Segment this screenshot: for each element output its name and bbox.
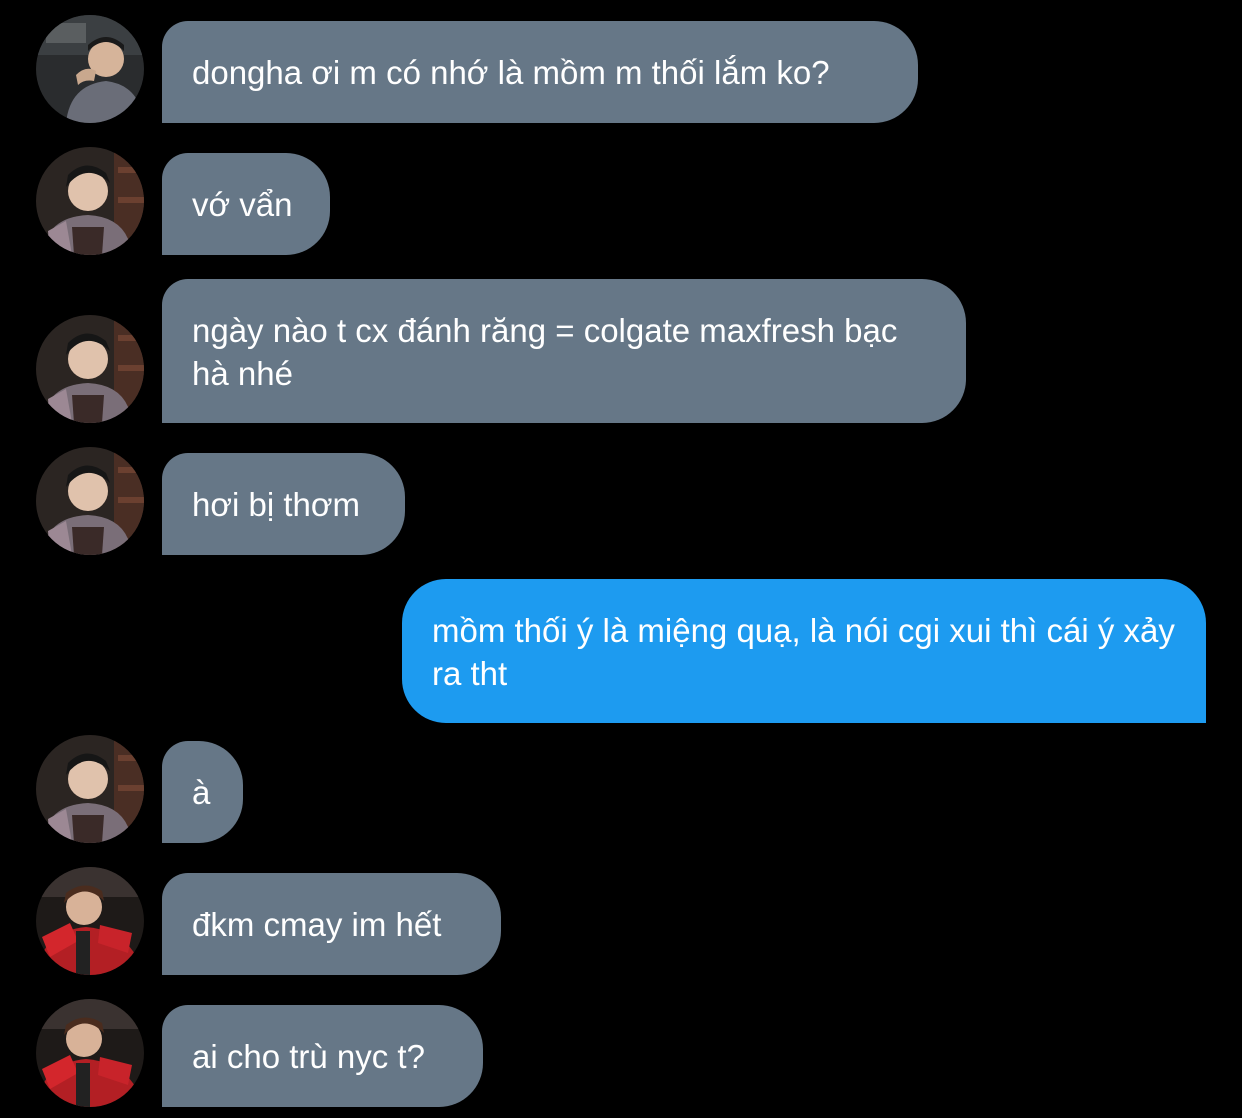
- message-text: mồm thối ý là miệng quạ, là nói cgi xui …: [432, 612, 1175, 692]
- avatar-user-b[interactable]: [36, 147, 144, 255]
- message-text: dongha ơi m có nhớ là mồm m thối lắm ko?: [192, 54, 830, 91]
- message-text: hơi bị thơm: [192, 486, 360, 523]
- message-text: ai cho trù nyc t?: [192, 1038, 425, 1075]
- message-bubble-incoming[interactable]: vớ vẩn: [162, 153, 330, 255]
- message-bubble-incoming[interactable]: ai cho trù nyc t?: [162, 1005, 483, 1107]
- avatar-user-c[interactable]: [36, 999, 144, 1107]
- avatar-user-a[interactable]: [36, 15, 144, 123]
- avatar-user-b[interactable]: [36, 447, 144, 555]
- message-bubble-incoming[interactable]: đkm cmay im hết: [162, 873, 501, 975]
- avatar-user-b[interactable]: [36, 735, 144, 843]
- message-bubble-incoming[interactable]: à: [162, 741, 243, 843]
- message-bubble-incoming[interactable]: dongha ơi m có nhớ là mồm m thối lắm ko?: [162, 21, 918, 123]
- avatar-user-c[interactable]: [36, 867, 144, 975]
- message-text: đkm cmay im hết: [192, 906, 442, 943]
- message-bubble-incoming[interactable]: hơi bị thơm: [162, 453, 405, 555]
- message-text: vớ vẩn: [192, 186, 293, 223]
- message-text: à: [192, 774, 211, 811]
- message-bubble-outgoing[interactable]: mồm thối ý là miệng quạ, là nói cgi xui …: [402, 579, 1206, 723]
- message-bubble-incoming[interactable]: ngày nào t cx đánh răng = colgate maxfre…: [162, 279, 966, 423]
- avatar-user-b[interactable]: [36, 315, 144, 423]
- message-text: ngày nào t cx đánh răng = colgate maxfre…: [192, 312, 898, 392]
